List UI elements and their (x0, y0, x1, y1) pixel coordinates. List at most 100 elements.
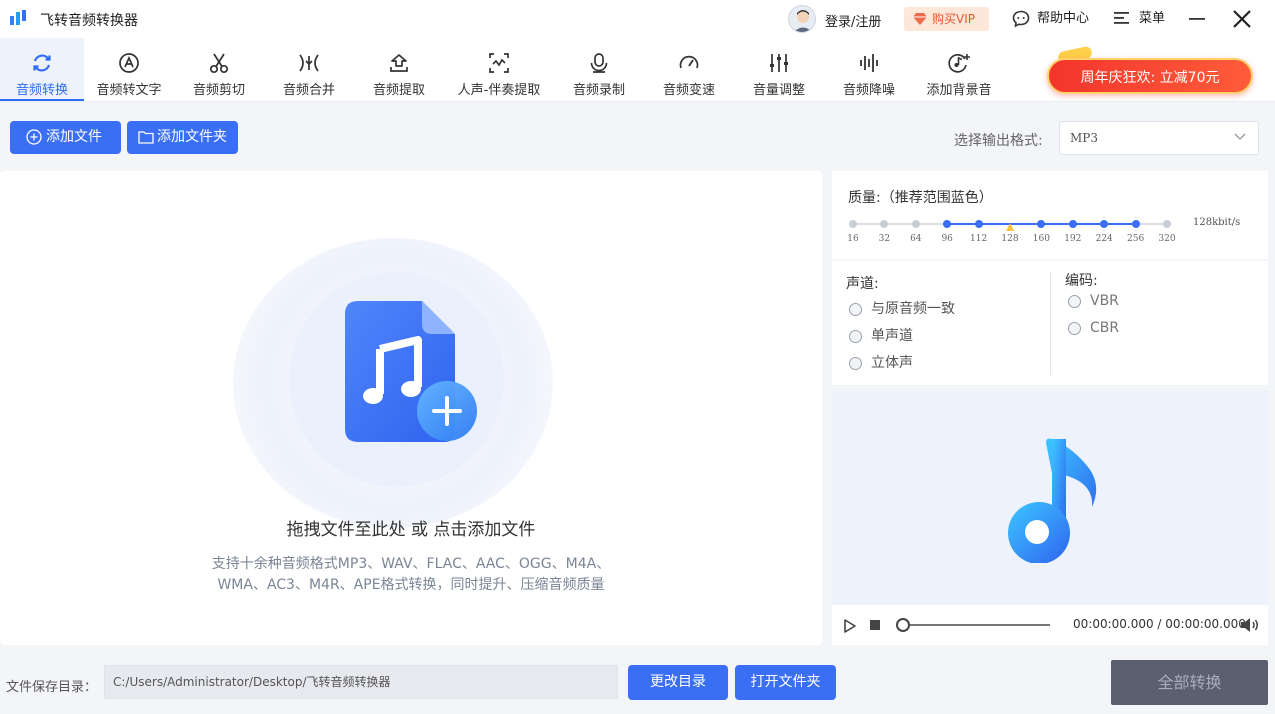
quality-value: 128kbit/s (1193, 217, 1241, 228)
user-icon (793, 10, 813, 32)
add-file-label: 添加文件 (46, 129, 102, 145)
drop-subtitle: 支持十余种音频格式MP3、WAV、FLAC、AAC、OGG、M4A、 WMA、A… (200, 554, 622, 596)
vip-label: 购买VIP (932, 12, 975, 26)
quality-point-16[interactable] (849, 220, 857, 228)
output-format-value: MP3 (1070, 131, 1098, 145)
add-folder-label: 添加文件夹 (157, 129, 227, 145)
quality-point-128[interactable] (1006, 220, 1014, 231)
quality-tick-label: 16 (847, 234, 859, 244)
title-bar: 飞转音频转换器 登录/注册 购买VIP 帮助中心 菜单 (0, 0, 1275, 38)
tab-audio-cut[interactable]: 音频剪切 (178, 38, 260, 101)
tab-label: 人声-伴奏提取 (457, 83, 541, 98)
open-folder-button[interactable]: 打开文件夹 (735, 665, 836, 700)
quality-tick-label: 160 (1032, 234, 1050, 244)
vocal-separation-icon (489, 53, 509, 73)
hamburger-icon (1114, 12, 1129, 24)
play-icon[interactable] (844, 619, 856, 633)
tab-label: 音频转换 (15, 83, 68, 98)
extract-icon (390, 54, 408, 72)
app-logo-icon (10, 10, 26, 25)
merge-icon (299, 54, 319, 72)
quality-point-224[interactable] (1100, 220, 1109, 228)
quality-point-192[interactable] (1068, 220, 1077, 228)
tab-add-background-music[interactable]: 添加背景音 (916, 38, 1002, 101)
add-folder-button[interactable]: 添加文件夹 (127, 121, 238, 154)
drop-subtitle-line: WMA、AC3、M4R、APE格式转换，同时提升、压缩音频质量 (217, 577, 605, 593)
seek-handle[interactable] (896, 618, 910, 632)
buy-vip-button[interactable]: 购买VIP (904, 7, 989, 31)
tab-label: 音频合并 (282, 83, 335, 98)
quality-tick-label: 320 (1158, 234, 1176, 244)
waveform-icon (860, 54, 878, 72)
quality-tick-label: 224 (1095, 234, 1113, 244)
minimize-icon[interactable] (1186, 8, 1208, 30)
scissors-icon (209, 53, 229, 74)
file-drop-zone[interactable]: 拖拽文件至此处 或 点击添加文件 支持十余种音频格式MP3、WAV、FLAC、A… (0, 171, 822, 645)
sync-icon (33, 54, 51, 72)
encoding-option-cbr[interactable]: CBR (1068, 319, 1119, 337)
seek-bar[interactable] (902, 624, 1050, 626)
output-format-select[interactable]: MP3 (1059, 121, 1259, 155)
convert-all-button[interactable]: 全部转换 (1111, 660, 1268, 705)
add-audio-file-icon[interactable] (340, 299, 490, 449)
quality-title: 质量:（推荐范围蓝色） (848, 190, 993, 206)
tab-label: 音频转文字 (96, 83, 162, 98)
channel-option-stereo[interactable]: 立体声 (849, 354, 913, 372)
speedometer-icon (679, 55, 699, 69)
quality-point-256[interactable] (1131, 220, 1140, 228)
tab-label: 音频变速 (662, 83, 715, 98)
login-link[interactable]: 登录/注册 (825, 11, 881, 30)
quality-panel: 质量:（推荐范围蓝色） 16 32 64 96 112 128 160 192 224 256 32… (832, 171, 1268, 259)
tab-audio-merge[interactable]: 音频合并 (268, 38, 350, 101)
drop-subtitle-line: 支持十余种音频格式MP3、WAV、FLAC、AAC、OGG、M4A、 (211, 556, 611, 572)
quality-point-32[interactable] (880, 220, 889, 228)
tab-audio-to-text[interactable]: 音频转文字 (88, 38, 170, 101)
quality-tick-label: 64 (910, 234, 922, 244)
audio-to-text-icon (119, 53, 139, 73)
help-label: 帮助中心 (1037, 11, 1090, 26)
tab-label: 音频降噪 (842, 83, 895, 98)
chat-help-icon (1012, 10, 1030, 28)
channel-encoding-panel: 声道: 与原音频一致 单声道 立体声 编码: VBR CBR (832, 261, 1268, 385)
close-icon[interactable] (1230, 7, 1254, 31)
channel-option-original[interactable]: 与原音频一致 (849, 300, 955, 318)
tab-vocal-separation[interactable]: 人声-伴奏提取 (448, 38, 550, 101)
add-file-button[interactable]: 添加文件 (10, 121, 121, 154)
quality-point-320[interactable] (1163, 220, 1171, 228)
diamond-icon (913, 13, 927, 25)
quality-point-64[interactable] (911, 220, 920, 228)
channel-title: 声道: (846, 276, 879, 292)
volume-icon[interactable] (1240, 617, 1260, 633)
change-directory-button[interactable]: 更改目录 (628, 665, 728, 700)
add-background-music-icon (948, 53, 970, 73)
tab-audio-convert[interactable]: 音频转换 (0, 38, 84, 101)
quality-tick-label: 128 (1001, 234, 1019, 244)
menu-button[interactable]: 菜单 (1114, 8, 1165, 30)
quality-point-160[interactable] (1037, 220, 1046, 228)
channel-option-mono[interactable]: 单声道 (849, 327, 913, 345)
app-title: 飞转音频转换器 (40, 13, 138, 29)
tab-audio-speed[interactable]: 音频变速 (648, 38, 730, 101)
tab-volume-adjust[interactable]: 音量调整 (738, 38, 820, 101)
quality-tick-label: 256 (1127, 234, 1145, 244)
tab-noise-reduction[interactable]: 音频降噪 (828, 38, 910, 101)
avatar[interactable] (788, 5, 816, 33)
tab-audio-record[interactable]: 音频录制 (558, 38, 640, 101)
quality-point-96[interactable] (943, 220, 952, 228)
tab-label: 音频剪切 (192, 83, 245, 98)
menu-label: 菜单 (1139, 11, 1166, 26)
sliders-icon (770, 54, 788, 72)
tab-label: 音频录制 (572, 83, 625, 98)
help-center-button[interactable]: 帮助中心 (1012, 8, 1089, 30)
preview-panel: 00:00:00.000 / 00:00:00.000 (832, 391, 1268, 645)
save-directory-input[interactable]: C:/Users/Administrator/Desktop/飞转音频转换器 (104, 665, 618, 699)
encoding-title: 编码: (1065, 273, 1098, 289)
panel-divider (1050, 271, 1051, 375)
stop-icon[interactable] (870, 620, 880, 630)
quality-point-112[interactable] (974, 220, 983, 228)
tab-audio-extract[interactable]: 音频提取 (358, 38, 440, 101)
quality-tick-label: 32 (878, 234, 891, 244)
encoding-option-vbr[interactable]: VBR (1068, 292, 1119, 310)
anniversary-promo-button[interactable]: 周年庆狂欢: 立减70元 (1047, 58, 1253, 94)
output-format-label: 选择输出格式: (954, 133, 1043, 149)
